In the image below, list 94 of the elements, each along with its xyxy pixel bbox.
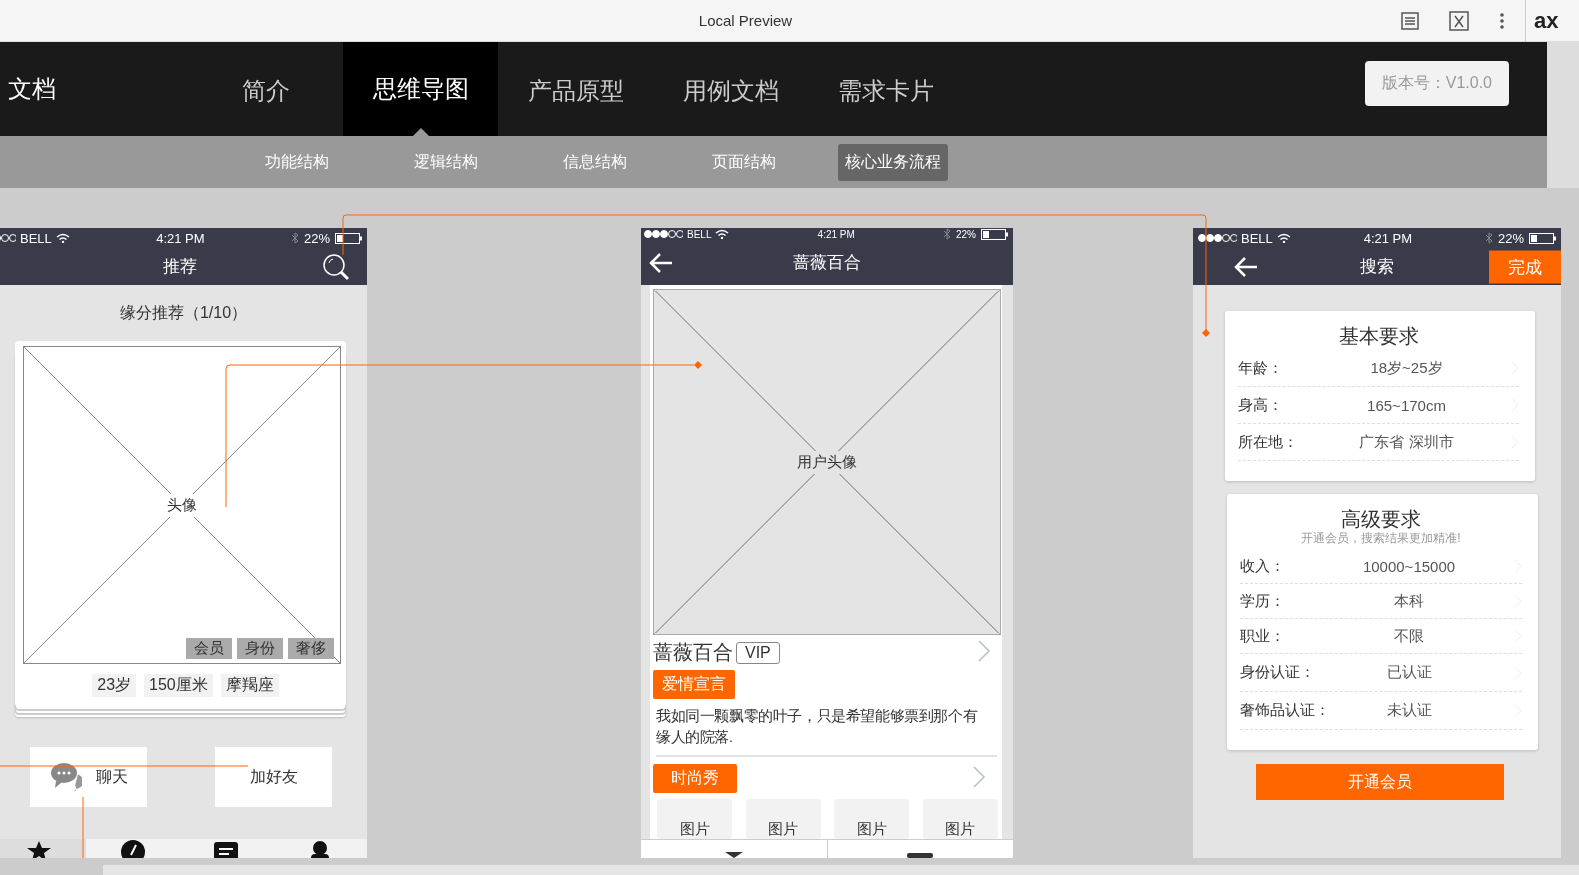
info-tag: 23岁 [92, 674, 137, 697]
nav-tab[interactable]: 简介 [188, 42, 343, 136]
filter-label: 奢饰品认证： [1240, 701, 1324, 720]
battery-icon [335, 232, 363, 244]
tag: 会员 [186, 638, 232, 659]
filter-value: 不限 [1393, 626, 1425, 646]
carrier-name: BELL [1241, 230, 1273, 246]
nav-tab[interactable]: 需求卡片 [808, 42, 963, 136]
wifi-icon [715, 229, 730, 239]
card-title: 基本要求 [1337, 324, 1420, 349]
screen-title: 搜索 [1360, 256, 1394, 278]
filter-label: 所在地： [1238, 432, 1299, 452]
chevron-right-icon [972, 765, 986, 788]
back-arrow-icon [1233, 255, 1259, 278]
filter-label: 收入： [1240, 556, 1286, 576]
filter-value: 本科 [1393, 591, 1425, 611]
vip-badge: VIP [736, 641, 780, 664]
chat-bubbles-icon [49, 761, 82, 793]
battery-percent: 22% [955, 228, 976, 240]
info-tag: 150厘米 [144, 674, 213, 697]
photo-thumbnail: 图片 [745, 799, 821, 839]
filter-label: 职业： [1240, 626, 1286, 646]
filter-row[interactable]: 所在地： 广东省 深圳市 [1238, 424, 1519, 461]
battery-percent: 22% [1497, 230, 1524, 246]
battery-icon [981, 228, 1009, 240]
tag: 身份 [237, 638, 283, 659]
carrier-name: BELL [20, 230, 52, 246]
window-title: Local Preview [697, 12, 794, 29]
app-logo: ax [1525, 0, 1579, 42]
status-time: 4:21 PM [1363, 230, 1413, 246]
filter-label: 学历： [1240, 591, 1286, 611]
filter-row[interactable]: 身高： 165~170cm [1238, 387, 1519, 424]
wifi-icon [55, 233, 70, 243]
screen-title: 蔷薇百合 [793, 252, 861, 274]
photo-thumbnail: 图片 [834, 799, 910, 839]
status-time: 4:21 PM [156, 230, 205, 246]
tag: 奢侈 [288, 638, 334, 659]
compass-icon [119, 839, 146, 858]
user-name: 蔷薇百合 [653, 640, 733, 665]
filter-label: 身份认证： [1240, 663, 1316, 682]
filter-value: 165~170cm [1366, 396, 1447, 414]
scrollbar[interactable] [1547, 42, 1579, 188]
action-button[interactable]: 聊天 [30, 747, 147, 807]
filter-value: 已认证 [1385, 663, 1433, 682]
status-time: 4:21 PM [817, 228, 855, 240]
connector-line [82, 796, 84, 859]
tab-icon [907, 853, 934, 858]
variable-icon [1449, 10, 1469, 31]
card-title: 高级要求 [1340, 507, 1422, 532]
carrier-name: BELL [687, 228, 712, 240]
action-button[interactable]: 加好友 [215, 747, 332, 807]
filter-value: 广东省 深圳市 [1358, 432, 1455, 452]
filter-value: 10000~15000 [1361, 557, 1457, 575]
list-icon [213, 839, 240, 858]
filter-value: 18岁~25岁 [1369, 358, 1444, 378]
search-icon [322, 252, 350, 281]
section-heading: 缘分推荐（1/10） [118, 303, 249, 323]
section-tag: 时尚秀 [653, 764, 737, 793]
battery-icon [1529, 232, 1557, 244]
scrollbar[interactable] [103, 865, 1579, 875]
filter-row[interactable]: 奢饰品认证： 未认证 [1240, 692, 1522, 730]
filter-row[interactable]: 收入： 10000~15000 [1240, 549, 1522, 584]
sub-tab[interactable]: 核心业务流程 [837, 143, 948, 181]
love-declaration: 我如同一颗飘零的叶子，只是希望能够票到那个有缘人的院落. [656, 706, 997, 757]
filter-row[interactable]: 职业： 不限 [1240, 619, 1522, 654]
signal-icon [643, 229, 683, 239]
document-icon [1401, 11, 1419, 30]
photo-thumbnail: 图片 [922, 799, 998, 839]
nav-tab[interactable]: 用例文档 [653, 42, 808, 136]
bluetooth-icon [1484, 232, 1493, 244]
nav-tab[interactable]: 产品原型 [498, 42, 653, 136]
signal-icon [1197, 233, 1237, 243]
filter-label: 年龄： [1238, 358, 1284, 378]
bluetooth-icon [942, 228, 951, 240]
back-arrow-icon [648, 251, 674, 274]
chevron-right-icon [977, 639, 991, 662]
wifi-icon [1276, 233, 1291, 243]
screen-title: 推荐 [162, 256, 197, 278]
bluetooth-icon [290, 232, 299, 244]
filter-value: 未认证 [1385, 701, 1433, 720]
project-title: 文档 [8, 74, 57, 104]
card-subtitle: 开通会员，搜索结果更加精准! [1300, 530, 1462, 547]
version-label: 版本号：V1.0.0 [1364, 61, 1509, 106]
more-icon [1499, 11, 1505, 30]
battery-percent: 22% [303, 230, 330, 246]
filter-row[interactable]: 学历： 本科 [1240, 584, 1522, 619]
photo-thumbnail: 图片 [657, 799, 732, 839]
info-tag: 摩羯座 [220, 674, 279, 697]
filter-label: 身高： [1238, 395, 1284, 415]
section-tag: 爱情宣言 [653, 670, 735, 699]
filter-row[interactable]: 身份认证： 已认证 [1240, 654, 1522, 692]
filter-row[interactable]: 年龄： 18岁~25岁 [1238, 350, 1519, 387]
nav-tab[interactable]: 思维导图 [343, 42, 498, 136]
star-icon [25, 839, 52, 858]
